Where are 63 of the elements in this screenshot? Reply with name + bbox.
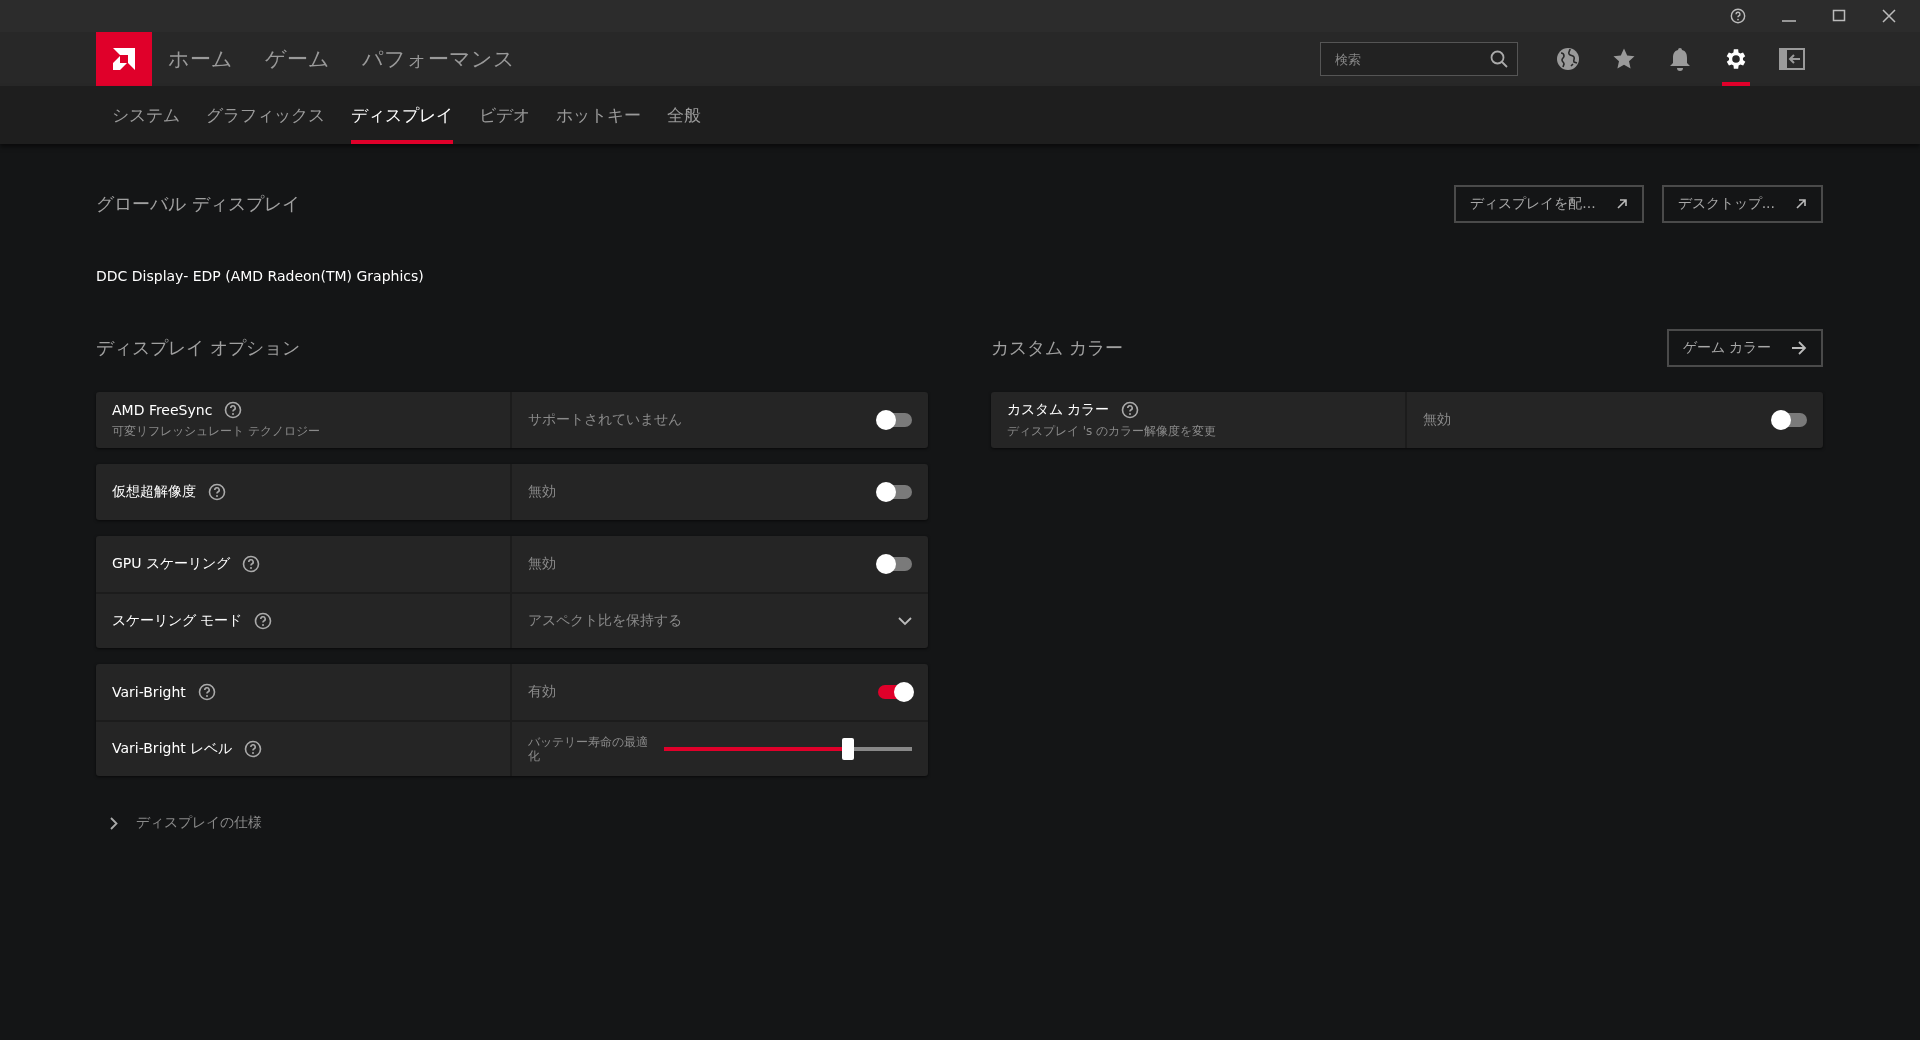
setting-value: 無効	[1423, 411, 1451, 429]
setting-value[interactable]: アスペクト比を保持する	[528, 612, 682, 630]
setting-value: バッテリー寿命の最適化	[528, 734, 648, 764]
tab[interactable]: ホットキー	[556, 86, 641, 144]
setting-value: 有効	[528, 683, 556, 701]
nav-item[interactable]: ホーム	[168, 45, 233, 73]
panel-icon	[1779, 48, 1805, 70]
arrow-right-icon	[1791, 341, 1807, 355]
section-title: カスタム カラー	[991, 336, 1123, 360]
toggle-switch[interactable]	[878, 485, 912, 499]
toggle-switch[interactable]	[878, 413, 912, 427]
setting-label: Vari-Bright レベル	[112, 740, 233, 758]
star-icon	[1612, 47, 1636, 71]
slider-thumb[interactable]	[841, 738, 854, 760]
chevron-right-icon	[110, 816, 118, 830]
tab[interactable]: グラフィックス	[206, 86, 325, 144]
nav-item[interactable]: ゲーム	[265, 45, 330, 73]
page-title: グローバル ディスプレイ	[96, 192, 300, 216]
chevron-down-icon[interactable]	[898, 616, 912, 626]
display-name: DDC Display- EDP (AMD Radeon(TM) Graphics)	[96, 268, 425, 284]
tab[interactable]: 全般	[667, 86, 701, 144]
help-icon[interactable]	[244, 740, 263, 758]
setting-label: カスタム カラー	[1007, 400, 1110, 419]
action-button[interactable]: デスクトップ...	[1661, 185, 1823, 223]
bell-icon	[1668, 46, 1692, 72]
setting-value: サポートされていません	[528, 411, 682, 429]
toggle-switch[interactable]	[878, 685, 912, 699]
tab[interactable]: ビデオ	[479, 86, 530, 144]
action-button[interactable]: ゲーム カラー	[1666, 329, 1823, 367]
setting-value: 無効	[528, 555, 556, 573]
section-title: ディスプレイ オプション	[96, 336, 300, 360]
minimize-icon	[1782, 20, 1796, 22]
setting-description: ディスプレイ 's のカラー解像度を変更	[1007, 422, 1218, 440]
setting-label: Vari-Bright	[112, 684, 186, 700]
help-icon[interactable]	[197, 683, 216, 701]
logo-icon	[111, 46, 137, 72]
help-icon[interactable]	[254, 612, 273, 630]
close-icon	[1882, 9, 1896, 23]
help-icon[interactable]	[224, 400, 243, 419]
help-icon[interactable]	[1121, 400, 1140, 419]
setting-label: GPU スケーリング	[112, 555, 230, 573]
toggle-switch[interactable]	[1773, 413, 1807, 427]
nav-item[interactable]: パフォーマンス	[362, 45, 515, 73]
setting-label: スケーリング モード	[112, 612, 243, 630]
expander[interactable]: ディスプレイの仕様	[96, 814, 262, 832]
tab[interactable]: システム	[112, 86, 180, 144]
search-icon[interactable]	[1490, 50, 1508, 68]
help-icon[interactable]	[242, 555, 260, 573]
action-button[interactable]: ディスプレイを配...	[1454, 185, 1644, 223]
arrow-up-right-icon	[1615, 198, 1628, 210]
setting-label: AMD FreeSync	[112, 401, 213, 418]
setting-value: 無効	[528, 483, 556, 501]
search-field[interactable]: 検索	[1320, 42, 1518, 76]
globe-icon	[1556, 47, 1580, 71]
logo[interactable]	[96, 32, 152, 86]
maximize-icon	[1832, 9, 1846, 23]
arrow-up-right-icon	[1795, 198, 1807, 210]
help-icon	[1730, 8, 1746, 24]
setting-label: 仮想超解像度	[112, 483, 196, 501]
tab[interactable]: ディスプレイ	[351, 86, 453, 144]
setting-description: 可変リフレッシュレート テクノロジー	[112, 422, 321, 440]
help-icon[interactable]	[208, 483, 226, 501]
toggle-switch[interactable]	[878, 557, 912, 571]
